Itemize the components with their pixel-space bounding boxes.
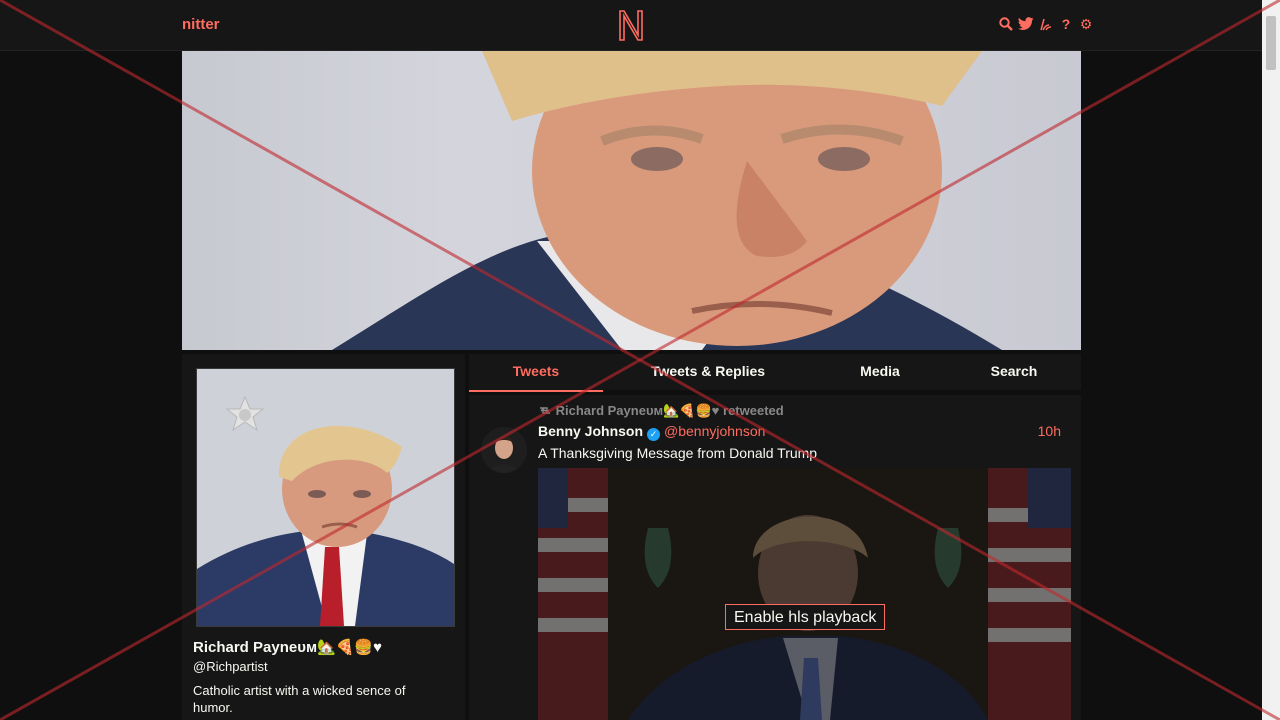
tweet-fullname[interactable]: Benny Johnson	[538, 423, 643, 439]
profile-bio: Catholic artist with a wicked sence of h…	[193, 683, 406, 715]
flag-right-image	[988, 468, 1071, 720]
tweet-header: Benny Johnson ✓ @bennyjohnson 10h	[538, 423, 1070, 441]
tweet-date-link[interactable]: 10h	[1038, 423, 1061, 439]
twitter-bird-icon[interactable]	[1018, 16, 1034, 32]
banner-portrait-image	[332, 51, 1002, 350]
page-scrollbar[interactable]	[1262, 0, 1280, 720]
rss-icon[interactable]	[1038, 16, 1054, 32]
tweet-avatar[interactable]	[481, 427, 527, 473]
tweet-content: A Thanksgiving Message from Donald Trump	[538, 445, 818, 461]
settings-gear-icon[interactable]: ⚙	[1078, 16, 1094, 32]
scrollbar-thumb[interactable]	[1266, 16, 1276, 70]
nitter-logo-icon[interactable]	[616, 8, 646, 42]
help-icon[interactable]: ?	[1058, 16, 1074, 32]
flag-left-image	[538, 468, 608, 720]
profile-fullname[interactable]: Richard Payneᴜᴍ🏡🍕🍔♥	[193, 638, 382, 656]
search-icon[interactable]	[998, 16, 1014, 32]
profile-avatar[interactable]	[196, 368, 455, 627]
timeline-tabs: Tweets Tweets & Replies Media Search	[469, 354, 1081, 392]
profile-avatar-image	[197, 369, 454, 626]
tab-tweets[interactable]: Tweets	[469, 354, 603, 392]
timeline-item[interactable]: Richard Payneᴜᴍ🏡🍕🍔♥ retweeted Benny John…	[469, 395, 1081, 720]
tab-media[interactable]: Media	[829, 354, 931, 390]
nav-icon-group: ? ⚙	[998, 16, 1094, 32]
video-thumbnail-image	[538, 468, 1071, 720]
profile-username[interactable]: @Richpartist	[193, 659, 268, 674]
tweet-username[interactable]: @bennyjohnson	[664, 423, 765, 439]
profile-banner[interactable]	[182, 51, 1081, 350]
enable-hls-playback-button[interactable]: Enable hls playback	[725, 604, 886, 630]
tweet-video[interactable]: Enable hls playback	[538, 468, 1071, 720]
retweet-header: Richard Payneᴜᴍ🏡🍕🍔♥ retweeted	[538, 403, 784, 419]
tab-search[interactable]: Search	[963, 354, 1065, 390]
retweet-text: Richard Payneᴜᴍ🏡🍕🍔♥ retweeted	[555, 403, 784, 418]
retweet-icon	[540, 407, 550, 414]
verified-badge-icon: ✓	[647, 428, 661, 441]
nitter-brand-link[interactable]: nitter	[182, 16, 220, 33]
profile-card: Richard Payneᴜᴍ🏡🍕🍔♥ @Richpartist Catholi…	[182, 354, 465, 720]
navbar: nitter ? ⚙	[0, 0, 1262, 51]
tab-tweets-and-replies[interactable]: Tweets & Replies	[619, 354, 797, 390]
tweet-avatar-image	[481, 427, 527, 473]
